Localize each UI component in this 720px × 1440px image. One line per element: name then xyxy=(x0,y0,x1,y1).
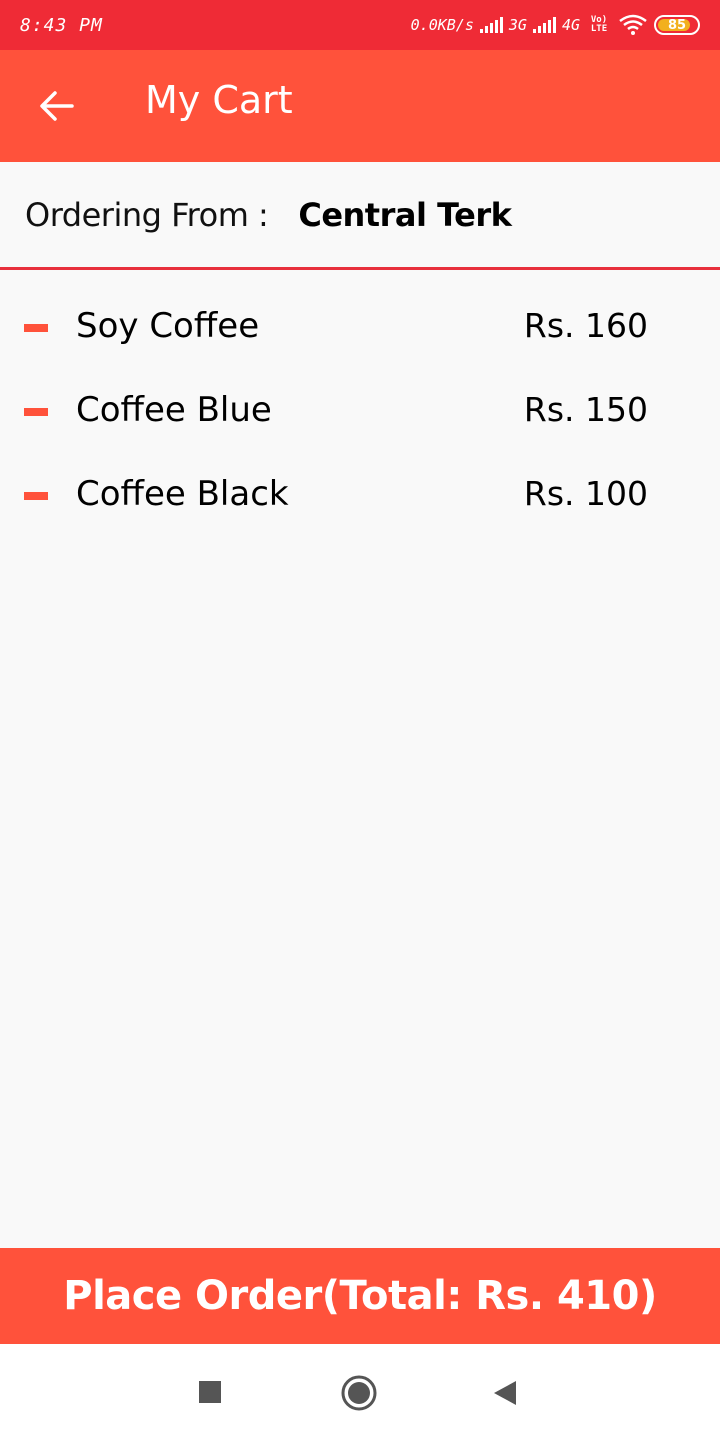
ordering-from-label: Ordering From : xyxy=(25,195,269,234)
item-name: Soy Coffee xyxy=(76,306,260,346)
page-title: My Cart xyxy=(145,78,293,122)
status-time: 8:43 PM xyxy=(20,14,103,36)
remove-item-button[interactable] xyxy=(24,324,48,332)
cart-item: Coffee Blue Rs. 150 xyxy=(0,370,720,454)
volte-icon: Vo) LTE xyxy=(590,15,608,34)
home-button[interactable] xyxy=(340,1374,378,1412)
wifi-icon xyxy=(619,14,647,35)
system-nav-bar xyxy=(0,1344,720,1440)
triangle-back-icon xyxy=(494,1381,516,1405)
item-price: Rs. 150 xyxy=(523,390,648,429)
status-icons: 0.0KB/s 3G 4G Vo) LTE 85 xyxy=(411,14,700,36)
nav-back-button[interactable] xyxy=(492,1380,518,1406)
cart-item: Soy Coffee Rs. 160 xyxy=(0,286,720,370)
circle-icon xyxy=(341,1375,377,1411)
item-name: Coffee Blue xyxy=(76,390,272,430)
battery-icon: 85 xyxy=(654,15,700,35)
item-price: Rs. 100 xyxy=(523,474,648,513)
square-icon xyxy=(199,1381,221,1403)
arrow-back-icon xyxy=(40,91,74,121)
ordering-from-section: Ordering From : Central Terk xyxy=(0,162,720,270)
store-name: Central Terk xyxy=(298,195,512,234)
remove-item-button[interactable] xyxy=(24,492,48,500)
back-button[interactable] xyxy=(32,86,80,126)
item-name: Coffee Black xyxy=(76,474,289,514)
signal-icon xyxy=(532,17,556,33)
place-order-button[interactable]: Place Order(Total: Rs. 410) xyxy=(0,1248,720,1344)
status-bar: 8:43 PM 0.0KB/s 3G 4G Vo) LTE 85 xyxy=(0,0,720,50)
recents-button[interactable] xyxy=(198,1380,222,1404)
signal-icon xyxy=(479,17,503,33)
item-price: Rs. 160 xyxy=(523,306,648,345)
battery-percent: 85 xyxy=(667,17,687,33)
sim1-network: 3G xyxy=(508,16,527,34)
app-bar: My Cart xyxy=(0,50,720,162)
network-speed: 0.0KB/s xyxy=(410,16,474,34)
sim2-network: 4G xyxy=(561,16,580,34)
cart-list: Soy Coffee Rs. 160 Coffee Blue Rs. 150 C… xyxy=(0,286,720,538)
cart-item: Coffee Black Rs. 100 xyxy=(0,454,720,538)
remove-item-button[interactable] xyxy=(24,408,48,416)
